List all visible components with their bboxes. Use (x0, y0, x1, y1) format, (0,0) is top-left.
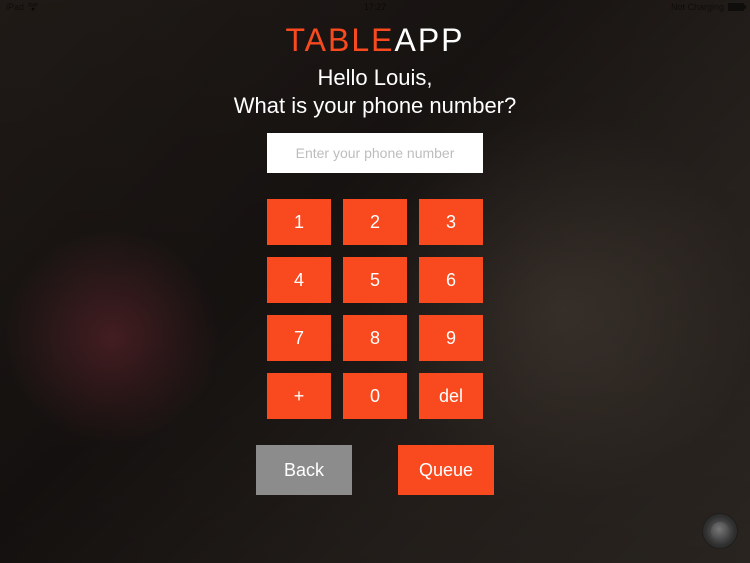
keypad: 1 2 3 4 5 6 7 8 9 + 0 del (267, 199, 483, 419)
question-text: What is your phone number? (234, 93, 517, 119)
greeting-text: Hello Louis, (318, 65, 433, 91)
key-4[interactable]: 4 (267, 257, 331, 303)
app-logo: TABLEAPP (285, 22, 464, 59)
status-left: iPad (6, 2, 38, 12)
status-time: 17:27 (364, 2, 387, 12)
back-button[interactable]: Back (256, 445, 352, 495)
status-right: Not Charging (671, 2, 744, 12)
carrier-label: iPad (6, 2, 24, 12)
wifi-icon (28, 3, 38, 11)
battery-icon (728, 3, 744, 11)
key-2[interactable]: 2 (343, 199, 407, 245)
assistive-touch-button[interactable] (702, 513, 738, 549)
battery-fill (729, 4, 743, 10)
key-7[interactable]: 7 (267, 315, 331, 361)
logo-part-table: TABLE (285, 22, 394, 58)
key-plus[interactable]: + (267, 373, 331, 419)
phone-input[interactable] (267, 133, 483, 173)
key-0[interactable]: 0 (343, 373, 407, 419)
status-bar: iPad 17:27 Not Charging (0, 0, 750, 14)
key-9[interactable]: 9 (419, 315, 483, 361)
action-row: Back Queue (256, 445, 494, 495)
logo-part-app: APP (394, 22, 464, 58)
queue-button[interactable]: Queue (398, 445, 494, 495)
key-6[interactable]: 6 (419, 257, 483, 303)
key-3[interactable]: 3 (419, 199, 483, 245)
key-8[interactable]: 8 (343, 315, 407, 361)
key-delete[interactable]: del (419, 373, 483, 419)
main-container: TABLEAPP Hello Louis, What is your phone… (0, 0, 750, 563)
key-1[interactable]: 1 (267, 199, 331, 245)
charging-label: Not Charging (671, 2, 724, 12)
key-5[interactable]: 5 (343, 257, 407, 303)
